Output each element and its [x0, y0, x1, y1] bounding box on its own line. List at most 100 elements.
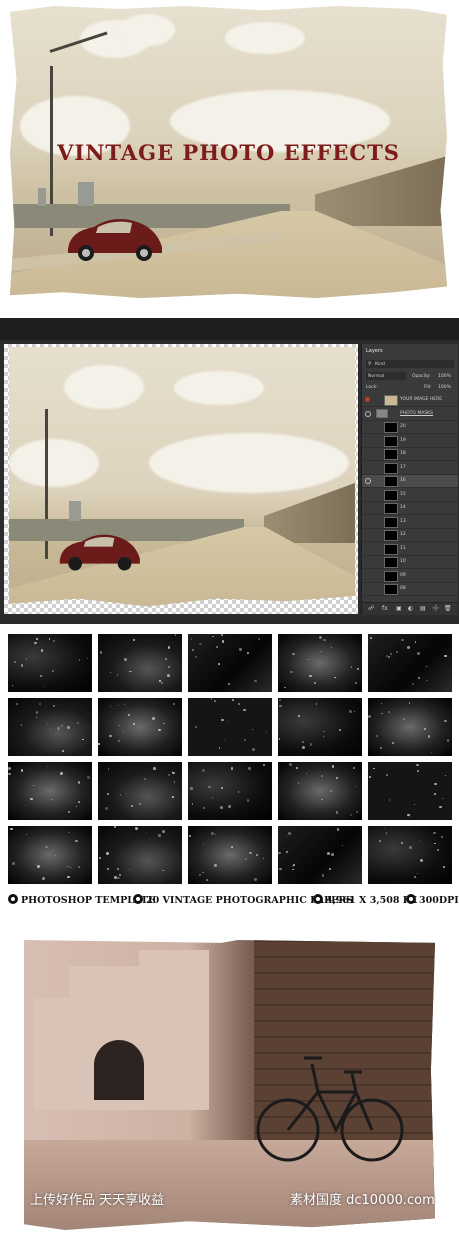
visibility-eye-icon[interactable] — [365, 478, 371, 484]
layer-thumbnail — [384, 422, 398, 433]
texture-speck — [403, 718, 406, 721]
layer-row[interactable]: 11 — [362, 543, 458, 556]
new-layer-icon[interactable]: ➕ — [432, 605, 439, 612]
layer-row[interactable]: 13 — [362, 516, 458, 529]
trash-icon[interactable]: 🗑 — [444, 605, 452, 612]
layer-row[interactable]: 16 — [362, 475, 458, 488]
texture-speck — [77, 721, 79, 724]
texture-speck — [57, 727, 60, 730]
texture-speck — [228, 805, 232, 808]
texture-speck — [218, 663, 221, 666]
adjustment-icon[interactable]: ◐ — [408, 605, 413, 612]
mask-icon[interactable]: ▣ — [396, 605, 402, 612]
texture-speck — [247, 652, 249, 655]
texture-speck — [220, 806, 224, 810]
visibility-eye-icon[interactable] — [365, 573, 370, 578]
fill-value[interactable]: 100% — [438, 385, 451, 390]
texture-speck — [117, 876, 121, 880]
visibility-eye-icon[interactable] — [365, 397, 370, 402]
layer-row[interactable]: 12 — [362, 529, 458, 542]
texture-speck — [309, 674, 312, 677]
texture-speck — [43, 685, 45, 687]
texture-speck — [221, 634, 224, 637]
texture-speck — [113, 876, 117, 880]
blend-mode-select[interactable]: Normal — [366, 372, 406, 380]
layer-row[interactable]: 20 — [362, 421, 458, 434]
texture-speck — [143, 777, 147, 781]
texture-speck — [192, 649, 195, 652]
texture-speck — [50, 798, 53, 801]
layer-row[interactable]: 14 — [362, 502, 458, 515]
visibility-eye-icon[interactable] — [365, 451, 370, 456]
layer-row[interactable]: 18 — [362, 448, 458, 461]
photoshop-window: Layers ⚲ Kind Normal Opacity: 100% Lock:… — [0, 318, 459, 624]
texture-speck — [342, 845, 344, 847]
layer-name: 08 — [400, 586, 406, 591]
texture-speck — [162, 869, 164, 872]
visibility-eye-icon[interactable] — [365, 559, 370, 564]
texture-speck — [231, 845, 233, 848]
texture-speck — [158, 728, 161, 732]
canvas-photo — [9, 347, 355, 607]
texture-speck — [69, 866, 71, 869]
layer-row[interactable]: 17 — [362, 462, 458, 475]
document-canvas[interactable] — [4, 344, 358, 614]
texture-speck — [307, 659, 309, 661]
paper-texture — [188, 826, 272, 884]
layers-tab[interactable]: Layers — [366, 348, 383, 354]
layer-thumbnail — [384, 543, 398, 555]
folder-icon[interactable]: ▤ — [420, 605, 426, 612]
kind-label: Kind — [375, 361, 385, 367]
visibility-eye-icon[interactable] — [365, 410, 371, 417]
visibility-eye-icon[interactable] — [365, 492, 370, 497]
paper-texture — [98, 698, 182, 756]
feature-dpi: 300DPI — [406, 894, 459, 906]
visibility-eye-icon[interactable] — [365, 505, 370, 510]
fx-icon[interactable]: fx — [382, 605, 388, 612]
texture-speck — [323, 730, 325, 733]
visibility-eye-icon[interactable] — [365, 438, 370, 443]
texture-speck — [20, 769, 24, 772]
texture-speck — [167, 665, 170, 668]
texture-speck — [319, 635, 323, 639]
layer-row[interactable]: PHOTO MASKS — [362, 408, 458, 421]
texture-speck — [408, 702, 411, 704]
texture-speck — [98, 857, 101, 860]
layer-row[interactable]: 08 — [362, 583, 458, 596]
visibility-eye-icon[interactable] — [365, 465, 370, 470]
texture-speck — [353, 766, 356, 770]
watermark-left: 上传好作品 天天享收益 — [30, 1193, 165, 1208]
visibility-eye-icon[interactable] — [365, 532, 370, 537]
size-icon — [313, 894, 323, 904]
layer-row[interactable]: 19 — [362, 435, 458, 448]
texture-speck — [357, 668, 360, 671]
visibility-eye-icon[interactable] — [365, 424, 370, 429]
layer-thumbnail — [384, 476, 398, 487]
layer-thumbnail — [384, 557, 398, 568]
visibility-eye-icon[interactable] — [365, 546, 370, 551]
texture-speck — [68, 831, 70, 834]
texture-speck — [227, 682, 231, 686]
layer-row[interactable]: 10 — [362, 556, 458, 569]
visibility-eye-icon[interactable] — [365, 586, 370, 591]
photoshop-toolbar — [0, 318, 459, 340]
texture-speck — [416, 769, 420, 773]
texture-speck — [68, 810, 71, 814]
filter-bar[interactable]: ⚲ Kind — [366, 360, 454, 368]
texture-speck — [215, 833, 217, 835]
texture-speck — [20, 724, 23, 726]
layer-row[interactable]: YOUR IMAGE HERE — [362, 394, 458, 407]
layer-row[interactable]: 09 — [362, 570, 458, 583]
texture-speck — [77, 781, 81, 784]
texture-speck — [145, 831, 148, 833]
texture-speck — [262, 857, 265, 860]
texture-speck — [35, 863, 37, 865]
texture-speck — [30, 797, 33, 801]
layer-name: 20 — [400, 424, 406, 429]
layer-row[interactable]: 15 — [362, 489, 458, 502]
link-icon[interactable]: ☍ — [368, 605, 374, 612]
texture-speck — [297, 714, 300, 717]
visibility-eye-icon[interactable] — [365, 519, 370, 524]
texture-speck — [208, 786, 211, 789]
opacity-value[interactable]: 100% — [438, 374, 451, 379]
